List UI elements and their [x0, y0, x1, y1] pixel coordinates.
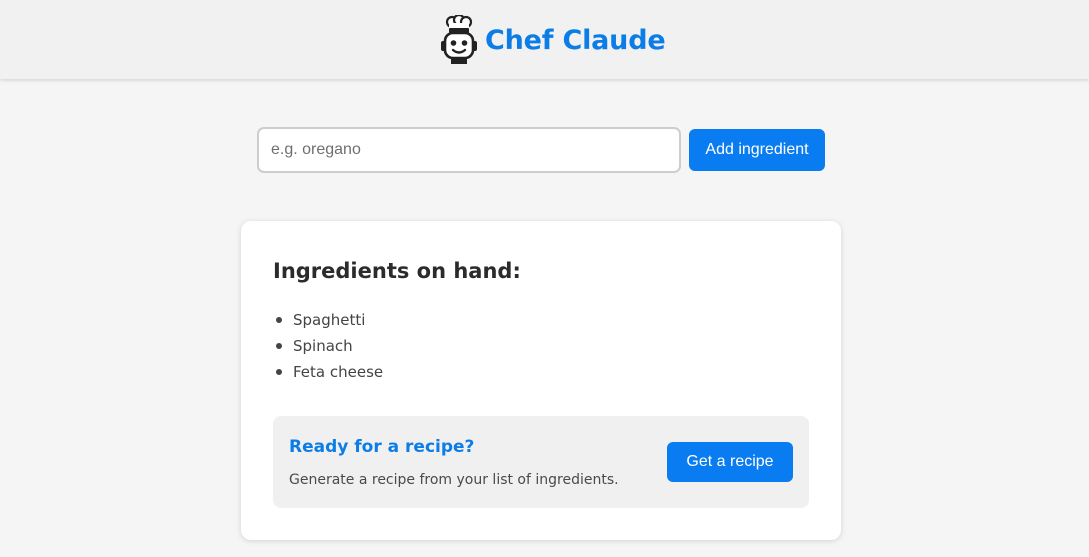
ingredient-input[interactable] [257, 127, 681, 173]
recipe-heading: Ready for a recipe? [289, 437, 475, 457]
list-item: Spaghetti [273, 309, 383, 335]
ingredients-card: Ingredients on hand: Spaghetti Spinach F… [241, 221, 841, 540]
brand: Chef Claude [439, 14, 666, 66]
app-header: Chef Claude [0, 0, 1089, 79]
recipe-description: Generate a recipe from your list of ingr… [289, 472, 619, 488]
ingredient-label: Spaghetti [293, 311, 366, 329]
app-title: Chef Claude [485, 24, 666, 56]
ingredient-label: Spinach [293, 337, 353, 355]
list-item: Feta cheese [273, 361, 383, 387]
add-ingredient-button[interactable]: Add ingredient [689, 129, 825, 171]
chef-face-icon [441, 15, 477, 64]
get-recipe-panel: Ready for a recipe? Generate a recipe fr… [273, 416, 809, 508]
ingredients-list: Spaghetti Spinach Feta cheese [273, 309, 383, 387]
get-recipe-button[interactable]: Get a recipe [667, 442, 793, 482]
bullet-icon [276, 369, 282, 375]
ingredient-label: Feta cheese [293, 363, 384, 381]
bullet-icon [276, 343, 282, 349]
ingredients-heading: Ingredients on hand: [273, 259, 521, 283]
list-item: Spinach [273, 335, 383, 361]
add-ingredient-form: Add ingredient [257, 127, 825, 173]
bullet-icon [276, 317, 282, 323]
